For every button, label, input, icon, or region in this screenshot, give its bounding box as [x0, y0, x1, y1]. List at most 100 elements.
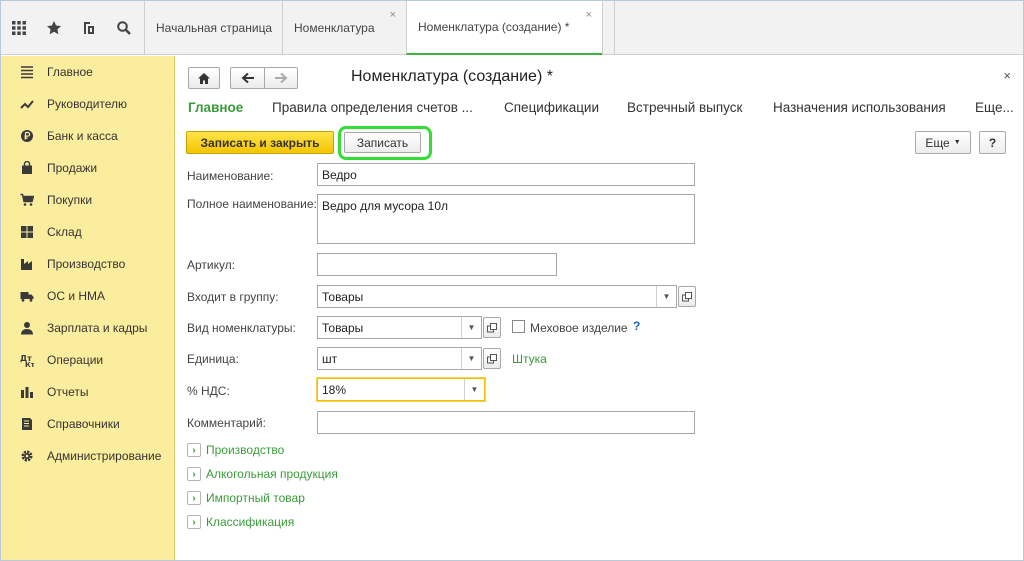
unit-full-name: Штука: [512, 352, 547, 366]
unit-value: шт: [322, 352, 338, 366]
close-icon[interactable]: ×: [586, 9, 592, 21]
chevron-down-icon[interactable]: ▼: [461, 348, 481, 369]
top-bar: Начальная страница Номенклатура × Номенк…: [1, 1, 1023, 55]
trend-icon: [19, 96, 35, 112]
tab-label: Начальная страница: [156, 21, 273, 35]
cart-icon: [19, 192, 35, 208]
close-icon[interactable]: ×: [390, 9, 396, 21]
tab-specifications[interactable]: Спецификации: [504, 100, 599, 115]
sidebar-item-label: ОС и НМА: [47, 289, 106, 303]
form-panel: Номенклатура (создание) * × Главное Прав…: [176, 56, 1023, 560]
open-unit-button[interactable]: [483, 348, 501, 369]
sidebar-item-label: Справочники: [47, 417, 120, 431]
more-menu-button[interactable]: Еще ▼: [915, 131, 971, 154]
open-window-icon: [487, 322, 497, 332]
search-icon[interactable]: [106, 1, 141, 55]
sidebar-item-bank[interactable]: Банк и касса: [1, 123, 175, 149]
sidebar-item-label: Продажи: [47, 161, 98, 175]
sidebar-item-purchases[interactable]: Покупки: [1, 187, 175, 213]
tab-more[interactable]: Еще...: [975, 100, 1014, 115]
chevron-right-icon: ›: [187, 467, 201, 481]
chevron-right-icon: ›: [187, 491, 201, 505]
sidebar-item-label: Зарплата и кадры: [47, 321, 148, 335]
fur-help-link[interactable]: ?: [633, 319, 640, 333]
save-button[interactable]: Записать: [344, 132, 421, 153]
open-kind-button[interactable]: [483, 317, 501, 338]
tab-home[interactable]: Начальная страница: [144, 1, 282, 55]
tab-nomenclature[interactable]: Номенклатура ×: [282, 1, 406, 55]
menu-lines-icon: [19, 64, 35, 80]
unit-select[interactable]: шт ▼: [317, 347, 482, 370]
tab-main[interactable]: Главное: [188, 100, 243, 115]
comment-label: Комментарий:: [187, 416, 266, 430]
article-label: Артикул:: [187, 258, 236, 272]
sidebar-item-main[interactable]: Главное: [1, 59, 175, 85]
sidebar-item-label: Производство: [47, 257, 126, 271]
sidebar-item-admin[interactable]: Администрирование: [1, 443, 175, 469]
fur-label: Меховое изделие: [530, 321, 628, 335]
help-button[interactable]: ?: [979, 131, 1006, 154]
kind-label: Вид номенклатуры:: [187, 321, 296, 335]
sidebar-item-references[interactable]: Справочники: [1, 411, 175, 437]
group-production[interactable]: › Производство: [187, 442, 284, 458]
arrow-left-icon: [241, 72, 254, 84]
sidebar-item-warehouse[interactable]: Склад: [1, 219, 175, 245]
kind-select[interactable]: Товары ▼: [317, 316, 482, 339]
tab-usage-purposes[interactable]: Назначения использования: [773, 100, 946, 115]
full-name-textarea[interactable]: Ведро для мусора 10л: [317, 194, 695, 244]
sidebar-item-operations[interactable]: Дт Кт Операции: [1, 347, 175, 373]
sidebar-item-reports[interactable]: Отчеты: [1, 379, 175, 405]
sidebar-item-label: Банк и касса: [47, 129, 118, 143]
group-label: Алкогольная продукция: [206, 467, 338, 481]
name-label: Наименование:: [187, 169, 274, 183]
tab-divider: [602, 1, 615, 55]
sidebar-item-label: Руководителю: [47, 97, 128, 111]
operations-icon: Дт Кт: [19, 352, 35, 368]
truck-icon: [19, 288, 35, 304]
factory-icon: [19, 256, 35, 272]
sidebar-item-production[interactable]: Производство: [1, 251, 175, 277]
back-button[interactable]: [230, 67, 264, 89]
group-alcohol[interactable]: › Алкогольная продукция: [187, 466, 338, 482]
sidebar-item-manager[interactable]: Руководителю: [1, 91, 175, 117]
tab-counter-output[interactable]: Встречный выпуск: [627, 100, 742, 115]
vat-select[interactable]: 18% ▼: [317, 378, 485, 401]
group-select[interactable]: Товары ▼: [317, 285, 677, 308]
tab-nomenclature-create[interactable]: Номенклатура (создание) * ×: [406, 1, 602, 55]
sidebar-item-label: Главное: [47, 65, 93, 79]
coin-icon: [19, 128, 35, 144]
more-label: Еще: [925, 135, 950, 150]
forward-button[interactable]: [264, 67, 298, 89]
group-label: Производство: [206, 443, 285, 457]
comment-input[interactable]: [317, 411, 695, 434]
sidebar-item-assets[interactable]: ОС и НМА: [1, 283, 175, 309]
home-button[interactable]: [188, 67, 220, 89]
chevron-down-icon[interactable]: ▼: [464, 379, 484, 400]
vat-label: % НДС:: [187, 384, 230, 398]
group-label: Классификация: [206, 515, 295, 529]
chevron-right-icon: ›: [187, 515, 201, 529]
history-icon[interactable]: [71, 1, 106, 55]
chevron-down-icon[interactable]: ▼: [461, 317, 481, 338]
sidebar-item-label: Операции: [47, 353, 104, 367]
apps-grid-icon[interactable]: [1, 1, 36, 55]
open-group-button[interactable]: [678, 286, 696, 307]
name-input[interactable]: Ведро: [317, 163, 695, 186]
warehouse-grid-icon: [19, 224, 35, 240]
sidebar-item-salary[interactable]: Зарплата и кадры: [1, 315, 175, 341]
sidebar-item-label: Отчеты: [47, 385, 89, 399]
chevron-down-icon[interactable]: ▼: [656, 286, 676, 307]
book-icon: [19, 416, 35, 432]
chevron-right-icon: ›: [187, 443, 201, 457]
group-label: Входит в группу:: [187, 290, 279, 304]
group-classification[interactable]: › Классификация: [187, 514, 294, 530]
star-icon[interactable]: [36, 1, 71, 55]
close-form-icon[interactable]: ×: [1003, 68, 1011, 83]
fur-checkbox[interactable]: [512, 320, 525, 333]
tab-account-rules[interactable]: Правила определения счетов ...: [272, 100, 473, 115]
sidebar-item-sales[interactable]: Продажи: [1, 155, 175, 181]
save-and-close-button[interactable]: Записать и закрыть: [186, 131, 334, 154]
group-import[interactable]: › Импортный товар: [187, 490, 305, 506]
article-input[interactable]: [317, 253, 557, 276]
sidebar-item-label: Склад: [47, 225, 82, 239]
